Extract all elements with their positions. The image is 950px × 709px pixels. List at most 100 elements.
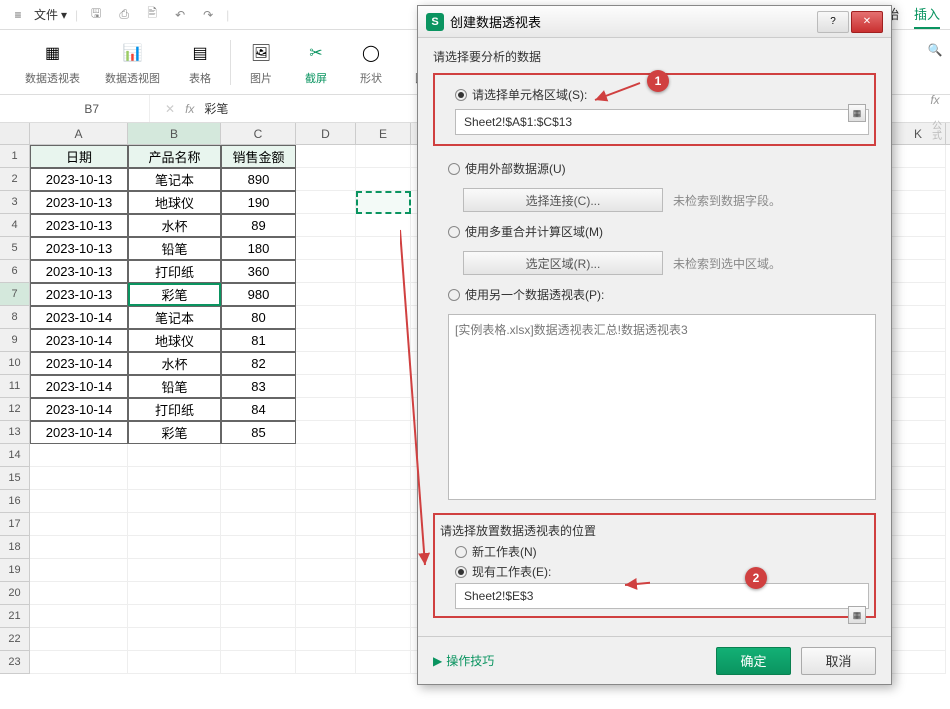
redo-icon[interactable]: ↷ <box>198 5 218 25</box>
fx-icon[interactable]: fx <box>925 90 945 110</box>
cell[interactable] <box>891 651 946 674</box>
cell[interactable] <box>891 306 946 329</box>
cell[interactable] <box>891 214 946 237</box>
row-header[interactable]: 17 <box>0 513 30 536</box>
cell[interactable] <box>891 582 946 605</box>
cell[interactable]: 水杯 <box>128 352 221 375</box>
cell[interactable] <box>296 582 356 605</box>
cell[interactable] <box>356 490 411 513</box>
cell[interactable] <box>221 628 296 651</box>
cell[interactable]: 打印纸 <box>128 260 221 283</box>
name-box[interactable]: B7 <box>0 95 150 122</box>
col-header-b[interactable]: B <box>128 123 221 144</box>
cell[interactable]: 铅笔 <box>128 237 221 260</box>
cell[interactable]: 笔记本 <box>128 168 221 191</box>
cell[interactable]: 89 <box>221 214 296 237</box>
cell[interactable] <box>356 375 411 398</box>
cell[interactable] <box>356 582 411 605</box>
cell[interactable] <box>356 467 411 490</box>
cell[interactable] <box>128 628 221 651</box>
cell[interactable] <box>356 352 411 375</box>
row-header[interactable]: 13 <box>0 421 30 444</box>
cell[interactable] <box>221 444 296 467</box>
cell[interactable] <box>356 306 411 329</box>
cell[interactable] <box>891 168 946 191</box>
cell[interactable]: 产品名称 <box>128 145 221 168</box>
cell[interactable]: 铅笔 <box>128 375 221 398</box>
row-header[interactable]: 23 <box>0 651 30 674</box>
radio-new-sheet[interactable]: 新工作表(N) <box>455 543 869 560</box>
location-input[interactable]: Sheet2!$E$3 <box>455 583 869 609</box>
cell[interactable] <box>356 536 411 559</box>
cell[interactable]: 2023-10-13 <box>30 260 128 283</box>
cell[interactable] <box>221 513 296 536</box>
cell[interactable] <box>891 375 946 398</box>
cell[interactable] <box>296 490 356 513</box>
cell[interactable] <box>891 628 946 651</box>
cell[interactable] <box>296 214 356 237</box>
cell[interactable] <box>296 352 356 375</box>
cell[interactable] <box>296 375 356 398</box>
cell[interactable] <box>296 283 356 306</box>
cell[interactable]: 2023-10-14 <box>30 398 128 421</box>
cell[interactable] <box>356 191 411 214</box>
cell[interactable] <box>128 490 221 513</box>
cell[interactable] <box>296 260 356 283</box>
cell[interactable]: 180 <box>221 237 296 260</box>
radio-multi-consolidate[interactable]: 使用多重合并计算区域(M) <box>448 223 876 240</box>
cell[interactable] <box>891 467 946 490</box>
formula-value[interactable]: 彩笔 <box>204 100 228 117</box>
cell[interactable] <box>356 145 411 168</box>
cell[interactable]: 打印纸 <box>128 398 221 421</box>
file-menu[interactable]: 文件 ▾ <box>34 6 67 23</box>
cell[interactable]: 85 <box>221 421 296 444</box>
cell[interactable] <box>30 467 128 490</box>
cancel-formula-icon[interactable]: ✕ <box>165 102 175 116</box>
ribbon-pivot-table[interactable]: ▦ 数据透视表 <box>15 38 90 86</box>
cell[interactable] <box>296 536 356 559</box>
cell[interactable]: 地球仪 <box>128 191 221 214</box>
cell[interactable] <box>128 605 221 628</box>
cell[interactable] <box>30 605 128 628</box>
cell[interactable] <box>356 559 411 582</box>
row-header[interactable]: 18 <box>0 536 30 559</box>
select-connection-button[interactable]: 选择连接(C)... <box>463 188 663 212</box>
cell[interactable] <box>296 168 356 191</box>
cell[interactable] <box>128 513 221 536</box>
cell[interactable] <box>30 628 128 651</box>
cell[interactable]: 2023-10-14 <box>30 421 128 444</box>
close-button[interactable]: ✕ <box>851 11 883 33</box>
row-header[interactable]: 21 <box>0 605 30 628</box>
cell[interactable]: 80 <box>221 306 296 329</box>
dialog-titlebar[interactable]: S 创建数据透视表 ? ✕ <box>418 6 891 38</box>
row-header[interactable]: 7 <box>0 283 30 306</box>
cell[interactable]: 地球仪 <box>128 329 221 352</box>
col-header-e[interactable]: E <box>356 123 411 144</box>
radio-existing-sheet[interactable]: 现有工作表(E): <box>455 563 869 580</box>
cell[interactable]: 2023-10-13 <box>30 214 128 237</box>
cell[interactable] <box>891 513 946 536</box>
cell[interactable]: 2023-10-14 <box>30 375 128 398</box>
cell[interactable] <box>30 559 128 582</box>
radio-external-source[interactable]: 使用外部数据源(U) <box>448 160 876 177</box>
col-header-d[interactable]: D <box>296 123 356 144</box>
cell[interactable]: 彩笔 <box>128 283 221 306</box>
ok-button[interactable]: 确定 <box>716 647 791 675</box>
cell[interactable]: 83 <box>221 375 296 398</box>
cell[interactable] <box>221 559 296 582</box>
cell[interactable] <box>30 582 128 605</box>
cell[interactable] <box>296 559 356 582</box>
help-button[interactable]: ? <box>817 11 849 33</box>
cell[interactable] <box>296 605 356 628</box>
cell[interactable]: 890 <box>221 168 296 191</box>
row-header[interactable]: 9 <box>0 329 30 352</box>
cell[interactable] <box>891 283 946 306</box>
row-header[interactable]: 5 <box>0 237 30 260</box>
row-header[interactable]: 14 <box>0 444 30 467</box>
cell[interactable] <box>128 467 221 490</box>
location-picker-button[interactable]: ▦ <box>848 606 866 624</box>
cell[interactable]: 日期 <box>30 145 128 168</box>
cell[interactable] <box>356 398 411 421</box>
cell[interactable] <box>296 444 356 467</box>
tips-link[interactable]: ▶ 操作技巧 <box>433 652 494 669</box>
